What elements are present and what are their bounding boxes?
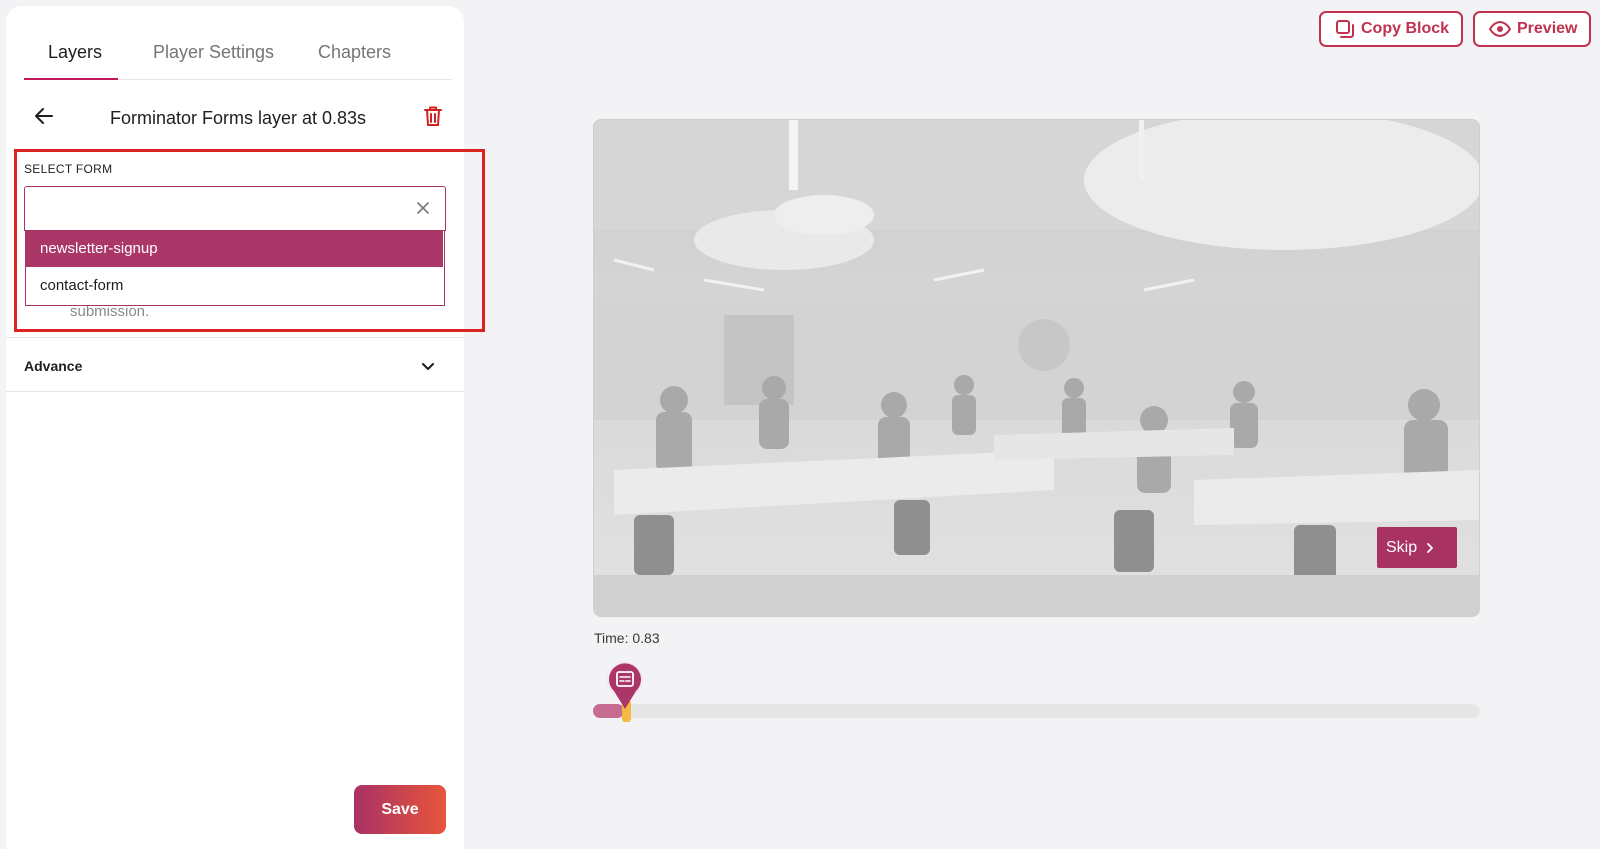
skip-button[interactable]: Skip: [1377, 527, 1457, 568]
save-button[interactable]: Save: [354, 785, 446, 834]
copy-block-button[interactable]: Copy Block: [1319, 11, 1463, 47]
select-form-label: SELECT FORM: [24, 162, 113, 176]
layer-title: Forminator Forms layer at 0.83s: [109, 108, 367, 128]
chevron-right-icon: [1427, 542, 1434, 553]
time-readout: Time: 0.83: [594, 630, 660, 646]
advance-label: Advance: [24, 358, 83, 374]
active-tab-underline: [24, 78, 118, 80]
tab-chapters[interactable]: Chapters: [318, 42, 391, 63]
close-icon[interactable]: [415, 200, 431, 216]
copy-icon: [1336, 20, 1354, 38]
copy-block-label: Copy Block: [1361, 20, 1450, 37]
advance-section-toggle[interactable]: Advance: [6, 337, 464, 392]
chevron-down-icon: [422, 363, 434, 370]
option-contact-form[interactable]: contact-form: [26, 268, 443, 304]
form-select-input[interactable]: [24, 186, 446, 231]
form-layer-marker-icon[interactable]: [606, 661, 644, 711]
option-newsletter-signup[interactable]: newsletter-signup: [26, 231, 443, 267]
preview-button[interactable]: Preview: [1473, 11, 1591, 47]
preview-label: Preview: [1517, 20, 1578, 37]
tab-layers[interactable]: Layers: [48, 42, 102, 63]
panel-tabs: Layers Player Settings Chapters: [24, 6, 452, 80]
back-arrow-icon[interactable]: [32, 104, 56, 128]
video-frame-image: [594, 120, 1479, 616]
trash-icon[interactable]: [422, 104, 444, 128]
eye-icon: [1489, 21, 1511, 37]
timeline-track[interactable]: [593, 704, 1480, 718]
layers-panel: Layers Player Settings Chapters Forminat…: [6, 6, 464, 849]
form-select-dropdown: newsletter-signup contact-form: [25, 231, 445, 306]
video-player[interactable]: [593, 119, 1480, 617]
skip-label: Skip: [1386, 538, 1418, 556]
layer-header: Forminator Forms layer at 0.83s: [24, 94, 452, 142]
tab-player-settings[interactable]: Player Settings: [153, 42, 274, 63]
